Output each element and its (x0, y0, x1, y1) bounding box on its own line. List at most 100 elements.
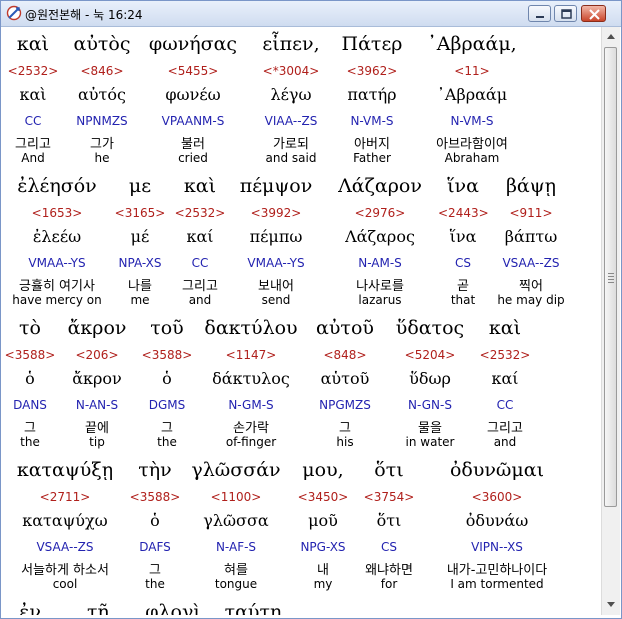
korean-gloss: 긍휼히 여기사 (19, 279, 95, 294)
strong-number: <2532> (7, 64, 59, 78)
interlinear-text-area[interactable]: καὶ <2532> καὶ CC 그리고 And αὐτὸς <846> αὐ… (2, 27, 600, 615)
app-icon (6, 5, 22, 21)
korean-gloss: 손가락 (233, 421, 269, 436)
maximize-icon (561, 9, 572, 19)
minimize-icon (536, 16, 544, 18)
greek-word: καὶ (183, 175, 217, 197)
parsing-code: VSAA--ZS (502, 256, 560, 270)
lemma: ἵνα (449, 227, 477, 246)
english-gloss: in water (405, 435, 455, 449)
strong-number: <3962> (346, 64, 398, 78)
word-block[interactable]: ἄκρον <206> ἄκρον N-AN-S 끝에 tip (58, 317, 136, 457)
greek-word: εἶπεν, (262, 33, 320, 55)
parsing-code: CC (24, 114, 42, 128)
strong-number: <2532> (479, 348, 531, 362)
vertical-scrollbar[interactable] (601, 27, 620, 615)
greek-word: καὶ (16, 33, 50, 55)
korean-gloss: 그 (161, 421, 173, 436)
word-block[interactable]: ἐν (4, 459, 56, 615)
lemma: αὐτός (78, 85, 126, 104)
minimize-button[interactable] (528, 5, 551, 22)
parsing-code: VIAA--ZS (264, 114, 318, 128)
korean-gloss: 내 (317, 563, 329, 578)
korean-gloss: 그 (24, 421, 36, 436)
lemma: ὀδυνάω (465, 511, 529, 530)
korean-gloss: 보내어 (258, 279, 294, 294)
english-gloss: Father (353, 151, 391, 165)
word-block[interactable]: τῇ (68, 459, 128, 615)
word-block[interactable]: Πάτερ <3962> πατήρ N-VM-S 아버지 Father (336, 33, 408, 173)
strong-number: <1653> (31, 206, 83, 220)
korean-gloss: 나를 (128, 279, 152, 294)
scroll-up-button[interactable] (603, 28, 619, 45)
maximize-button[interactable] (554, 5, 577, 22)
strong-number: <2443> (438, 206, 489, 220)
word-block[interactable]: ᾿Αβραάμ, <11> ᾿Αβραάμ N-VM-S 아브라함이여 Abra… (410, 33, 534, 173)
korean-gloss: 그리고 (15, 137, 51, 152)
strong-number: <3588> (141, 348, 193, 362)
word-block[interactable]: φωνήσας <5455> φωνέω VPAANM-S 불러 cried (140, 33, 246, 173)
word-block[interactable]: Λάζαρον <2976> Λάζαρος N-AM-S 나사로를 lazar… (322, 175, 438, 315)
word-block[interactable]: βάψῃ <911> βάπτω VSAA--ZS 찍어 he may dip (490, 175, 572, 315)
close-button[interactable] (581, 5, 606, 22)
lemma: ἄκρον (72, 369, 122, 388)
title-bar[interactable]: @원전본해 - 눅 16:24 (1, 1, 621, 27)
word-block[interactable]: δακτύλου <1147> δάκτυλος N-GM-S 손가락 of-f… (196, 317, 306, 457)
word-block[interactable]: μου, <3450> μοῦ NPG-XS 내 my (292, 459, 354, 599)
lemma: καί (491, 369, 519, 388)
app-window: @원전본해 - 눅 16:24 καὶ <2532> καὶ CC 그리고 An… (0, 0, 622, 619)
korean-gloss: 그리고 (182, 279, 218, 294)
greek-word: ταύτῃ. (224, 601, 288, 615)
korean-gloss: 그가 (90, 137, 114, 152)
greek-word: τὸ (19, 317, 41, 339)
strong-number: <2532> (174, 206, 226, 220)
greek-word: φλογὶ (145, 601, 201, 615)
english-gloss: And (21, 151, 45, 165)
word-block[interactable]: καὶ <2532> καὶ CC 그리고 And (3, 33, 63, 173)
strong-number: <3600> (471, 490, 523, 504)
parsing-code: N-GN-S (408, 398, 452, 412)
strong-number: <11> (454, 64, 490, 78)
english-gloss: I am tormented (450, 577, 544, 591)
english-gloss: lazarus (358, 293, 402, 307)
english-gloss: tip (89, 435, 105, 449)
greek-word: αὐτὸς (73, 33, 131, 55)
word-block[interactable]: ἐλέησόν <1653> ἐλεέω VMAA--YS 긍휼히 여기사 ha… (4, 175, 110, 315)
greek-word: τοῦ (150, 317, 184, 339)
korean-gloss: 끝에 (85, 421, 109, 436)
greek-word: ᾿Αβραάμ, (427, 33, 517, 55)
strong-number: <911> (509, 206, 553, 220)
english-gloss: for (380, 577, 398, 591)
word-block[interactable]: ἵνα <2443> ἵνα CS 곧 that (438, 175, 489, 315)
greek-word: ὀδυνῶμαι (449, 459, 545, 481)
strong-number: <3588> (4, 348, 56, 362)
lemma: Λάζαρος (345, 227, 415, 246)
english-gloss: the (20, 435, 40, 449)
greek-word: ἐλέησόν (17, 175, 97, 197)
word-block[interactable]: καὶ <2532> καί CC 그리고 and (170, 175, 230, 315)
word-block[interactable]: εἶπεν, <*3004> λέγω VIAA--ZS 가로되 and sai… (246, 33, 336, 173)
scroll-thumb[interactable] (604, 47, 617, 507)
word-block[interactable]: φλογὶ (138, 459, 208, 615)
lemma: αὑτοῦ (320, 369, 370, 388)
scroll-down-button[interactable] (603, 596, 619, 613)
word-block[interactable]: ὀδυνῶμαι <3600> ὀδυνάω VIPN--XS 내가-고민하나이… (422, 459, 572, 599)
close-icon (589, 9, 600, 20)
greek-word: δακτύλου (204, 317, 298, 339)
parsing-code: NPGMZS (319, 398, 371, 412)
word-block[interactable]: τοῦ <3588> ὁ DGMS 그 the (138, 317, 196, 457)
word-block[interactable]: αὐτὸς <846> αὐτός NPNMZS 그가 he (64, 33, 140, 173)
greek-word: ὅτι (374, 459, 404, 481)
word-block[interactable]: καὶ <2532> καί CC 그리고 and (476, 317, 534, 457)
english-gloss: and (493, 435, 517, 449)
word-block[interactable]: ὕδατος <5204> ὕδωρ N-GN-S 물을 in water (384, 317, 476, 457)
parsing-code: CC (496, 398, 514, 412)
word-block[interactable]: πέμψον <3992> πέμπω VMAA--YS 보내어 send (230, 175, 322, 315)
parsing-code: CS (455, 256, 471, 270)
word-block[interactable]: αὐτοῦ <848> αὑτοῦ NPGMZS 그 his (306, 317, 384, 457)
word-block[interactable]: τὸ <3588> ὁ DANS 그 the (4, 317, 56, 457)
word-block[interactable]: με <3165> μέ NPA-XS 나를 me (110, 175, 170, 315)
word-block[interactable]: ταύτῃ. (214, 459, 298, 615)
word-block[interactable]: ὅτι <3754> ὅτι CS 왜냐하면 for (356, 459, 422, 599)
parsing-code: VMAA--YS (247, 256, 305, 270)
